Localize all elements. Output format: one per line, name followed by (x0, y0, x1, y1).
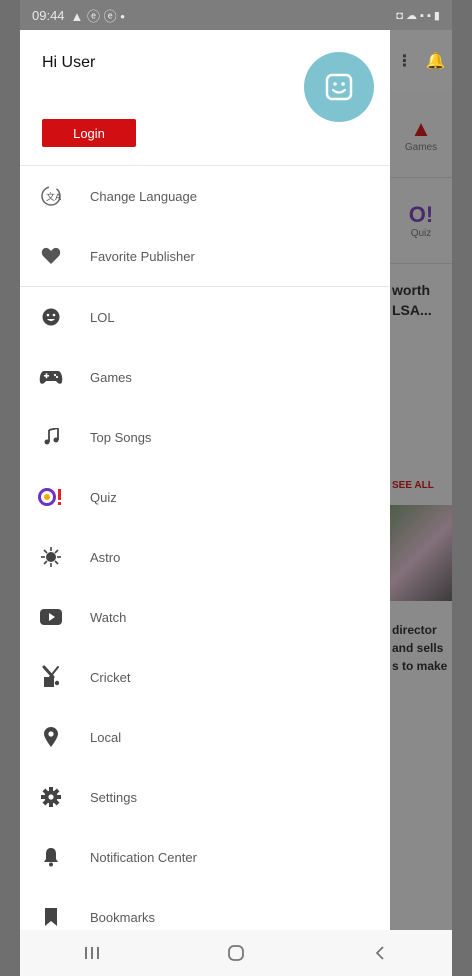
menu-group-top: 文A Change Language Favorite Publisher (20, 166, 390, 287)
background-quiz-tile: O! Quiz (390, 178, 452, 264)
menu-label: Cricket (90, 669, 131, 685)
bell-icon: 🔔 (425, 53, 446, 70)
menu-label: Bookmarks (90, 909, 156, 925)
status-bar: 09:44 ▲ ⓔ ⓔ • ◘ ☁ ▪ ▪ ▮ (20, 0, 452, 30)
menu-label: Notification Center (90, 849, 197, 865)
smiley-avatar-icon (325, 73, 353, 101)
svg-text:文A: 文A (46, 191, 62, 203)
menu-label: Top Songs (90, 429, 152, 445)
menu-label: LOL (90, 309, 115, 325)
quiz-icon (38, 484, 64, 510)
music-icon (38, 424, 64, 450)
status-left-icons: ▲ ⓔ ⓔ • (70, 8, 125, 24)
menu-item-favorite-publisher[interactable]: Favorite Publisher (20, 226, 390, 286)
menu-label: Watch (90, 609, 127, 625)
menu-label: Favorite Publisher (90, 248, 195, 264)
recent-apps-button[interactable] (52, 933, 132, 973)
astro-icon (38, 544, 64, 570)
menu-item-settings[interactable]: Settings (20, 767, 390, 827)
menu-group-main: LOL Games Top Songs Quiz Astro Watch Cri… (20, 287, 390, 930)
background-app: ⋮ 🔔 ▲ Games O! Quiz worth LSA... SEE ALL… (390, 30, 452, 930)
system-nav-bar (20, 930, 452, 976)
menu-item-astro[interactable]: Astro (20, 527, 390, 587)
language-icon: 文A (38, 183, 64, 209)
quiz-icon: O! (408, 202, 434, 227)
background-see-all: SEE ALL (392, 480, 434, 491)
location-pin-icon (38, 724, 64, 750)
background-image (390, 505, 452, 601)
menu-label: Change Language (90, 188, 197, 204)
back-button[interactable] (340, 933, 420, 973)
menu-item-lol[interactable]: LOL (20, 287, 390, 347)
menu-label: Quiz (90, 489, 117, 505)
greeting: Hi User (42, 54, 96, 71)
menu-label: Astro (90, 549, 121, 565)
bookmark-icon (38, 904, 64, 930)
menu-item-cricket[interactable]: Cricket (20, 647, 390, 707)
avatar[interactable] (304, 52, 374, 122)
play-icon (38, 604, 64, 630)
menu-label: Games (90, 369, 132, 385)
heart-icon (38, 243, 64, 269)
smiley-icon (38, 304, 64, 330)
status-right-icons: ◘ ☁ ▪ ▪ ▮ (396, 9, 440, 22)
menu-item-top-songs[interactable]: Top Songs (20, 407, 390, 467)
background-toolbar: ⋮ 🔔 (390, 30, 452, 92)
menu-item-notification-center[interactable]: Notification Center (20, 827, 390, 887)
background-games-tile: ▲ Games (390, 92, 452, 178)
menu-item-local[interactable]: Local (20, 707, 390, 767)
login-button[interactable]: Login (42, 119, 136, 147)
menu-label: Settings (90, 789, 137, 805)
navigation-drawer: Hi User Login 文A Change Language Favorit… (20, 30, 390, 930)
gamepad-icon: ▲ (410, 116, 432, 141)
menu-label: Local (90, 729, 122, 745)
status-time: 09:44 (32, 7, 65, 23)
menu-item-bookmarks[interactable]: Bookmarks (20, 887, 390, 930)
cricket-icon (38, 664, 64, 690)
menu-item-games[interactable]: Games (20, 347, 390, 407)
background-body-text: director and sells s to make (392, 623, 448, 673)
gamepad-icon (38, 364, 64, 390)
menu-item-quiz[interactable]: Quiz (20, 467, 390, 527)
more-icon: ⋮ (396, 53, 413, 70)
drawer-header: Hi User Login (20, 30, 390, 166)
menu-item-change-language[interactable]: 文A Change Language (20, 166, 390, 226)
gear-icon (38, 784, 64, 810)
menu-item-watch[interactable]: Watch (20, 587, 390, 647)
home-button[interactable] (196, 933, 276, 973)
bell-icon (38, 844, 64, 870)
background-headline: worth LSA... (392, 282, 432, 318)
